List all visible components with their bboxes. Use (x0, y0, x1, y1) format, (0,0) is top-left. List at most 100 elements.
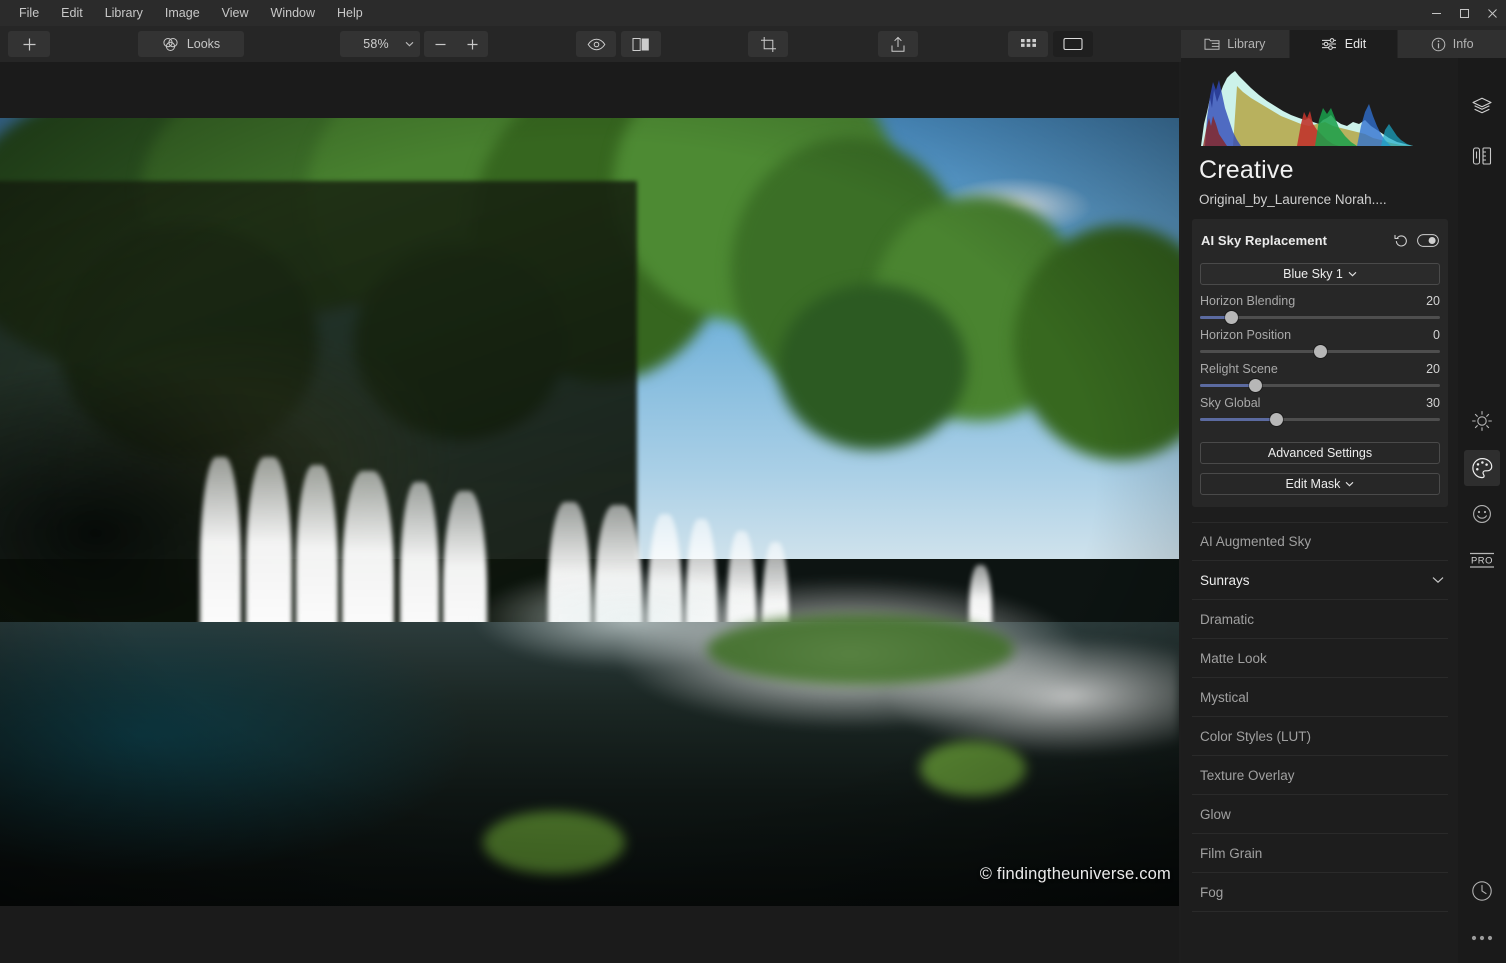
slider-knob[interactable] (1225, 311, 1238, 324)
list-item-ai-augmented-sky[interactable]: AI Augmented Sky (1192, 522, 1448, 561)
slider-track[interactable] (1200, 350, 1440, 353)
toggle-on-icon[interactable] (1417, 234, 1439, 247)
share-export-button[interactable] (878, 31, 918, 57)
sun-light-icon[interactable] (1464, 403, 1500, 439)
slider-sky-global[interactable]: Sky Global 30 (1200, 396, 1440, 421)
image-canvas[interactable]: © findingtheuniverse.com (0, 62, 1179, 963)
crop-icon (760, 36, 777, 53)
slider-label: Relight Scene (1200, 362, 1278, 376)
grid-view-button[interactable] (1008, 31, 1048, 57)
slider-track[interactable] (1200, 316, 1440, 319)
slider-value: 20 (1426, 294, 1440, 308)
list-item-film-grain[interactable]: Film Grain (1192, 834, 1448, 873)
zoom-out-button[interactable] (424, 31, 456, 57)
menu-item-edit[interactable]: Edit (50, 2, 94, 24)
tab-info[interactable]: Info (1397, 30, 1506, 58)
slider-label: Sky Global (1200, 396, 1260, 410)
photo-watermark: © findingtheuniverse.com (980, 865, 1171, 884)
more-dots-icon[interactable] (1464, 920, 1500, 956)
list-item-glow[interactable]: Glow (1192, 795, 1448, 834)
edited-photo[interactable]: © findingtheuniverse.com (0, 118, 1179, 906)
pro-badge-icon[interactable]: PRO (1464, 542, 1500, 578)
menu-item-help[interactable]: Help (326, 2, 374, 24)
slider-horizon-blending[interactable]: Horizon Blending 20 (1200, 294, 1440, 319)
slider-relight-scene[interactable]: Relight Scene 20 (1200, 362, 1440, 387)
portrait-face-icon[interactable] (1464, 496, 1500, 532)
tab-edit-label: Edit (1345, 37, 1367, 51)
ai-sky-replacement-actions (1394, 233, 1439, 247)
advanced-settings-button[interactable]: Advanced Settings (1200, 442, 1440, 464)
minimize-button[interactable] (1422, 0, 1450, 26)
compare-view-button[interactable] (621, 31, 661, 57)
list-item-label: Fog (1200, 885, 1223, 900)
plus-icon (22, 37, 37, 52)
library-icon (1204, 37, 1220, 51)
tab-library-label: Library (1227, 37, 1265, 51)
photo-moss-rock (483, 811, 624, 874)
right-panel-tabs: Library Edit Info (1181, 30, 1506, 58)
photo-moss-rock (920, 741, 1026, 796)
add-image-button[interactable] (8, 31, 50, 57)
ai-sky-replacement-card: AI Sky Replacement (1192, 219, 1448, 507)
list-item-label: Film Grain (1200, 846, 1262, 861)
crop-button[interactable] (748, 31, 788, 57)
looks-button[interactable]: Looks (138, 31, 244, 57)
list-item-mystical[interactable]: Mystical (1192, 678, 1448, 717)
chevron-down-icon (1345, 481, 1354, 487)
slider-knob[interactable] (1249, 379, 1262, 392)
list-item-label: Glow (1200, 807, 1231, 822)
menu-item-file[interactable]: File (8, 2, 50, 24)
slider-horizon-position[interactable]: Horizon Position 0 (1200, 328, 1440, 353)
preview-toggle-button[interactable] (576, 31, 616, 57)
tools-ruler-icon[interactable] (1464, 138, 1500, 174)
menu-item-library[interactable]: Library (94, 2, 154, 24)
list-item-color-styles-lut[interactable]: Color Styles (LUT) (1192, 717, 1448, 756)
menu-item-window[interactable]: Window (260, 2, 326, 24)
list-item-fog[interactable]: Fog (1192, 873, 1448, 912)
maximize-button[interactable] (1450, 0, 1478, 26)
looks-icon (162, 36, 179, 53)
zoom-dropdown-button[interactable] (398, 31, 420, 57)
sliders-icon (1321, 37, 1338, 51)
menu-item-image[interactable]: Image (154, 2, 211, 24)
list-item-label: Sunrays (1200, 573, 1250, 588)
sky-preset-dropdown[interactable]: Blue Sky 1 (1200, 263, 1440, 285)
tool-rail: PRO (1458, 58, 1506, 963)
edit-panel: Creative Original_by_Laurence Norah.... … (1181, 58, 1458, 963)
history-clock-icon[interactable] (1464, 873, 1500, 909)
ai-sky-replacement-title: AI Sky Replacement (1201, 233, 1327, 248)
tab-edit[interactable]: Edit (1289, 30, 1398, 58)
edit-mask-button[interactable]: Edit Mask (1200, 473, 1440, 495)
single-view-button[interactable] (1053, 31, 1093, 57)
tab-library[interactable]: Library (1181, 30, 1289, 58)
app-window: File Edit Library Image View Window Help (0, 0, 1506, 963)
list-item-label: Texture Overlay (1200, 768, 1295, 783)
list-item-dramatic[interactable]: Dramatic (1192, 600, 1448, 639)
palette-color-icon[interactable] (1464, 450, 1500, 486)
slider-label: Horizon Position (1200, 328, 1291, 342)
slider-track[interactable] (1200, 384, 1440, 387)
close-button[interactable] (1478, 0, 1506, 26)
svg-text:PRO: PRO (1471, 555, 1493, 566)
list-item-texture-overlay[interactable]: Texture Overlay (1192, 756, 1448, 795)
histogram[interactable] (1201, 68, 1413, 146)
layers-icon[interactable] (1464, 88, 1500, 124)
list-item-label: Color Styles (LUT) (1200, 729, 1311, 744)
slider-fill (1200, 418, 1277, 421)
share-export-icon (890, 36, 906, 53)
slider-track[interactable] (1200, 418, 1440, 421)
chevron-down-icon (1432, 576, 1444, 584)
list-item-matte-look[interactable]: Matte Look (1192, 639, 1448, 678)
list-item-sunrays[interactable]: Sunrays (1192, 561, 1448, 600)
slider-fill (1200, 384, 1255, 387)
reset-arrow-icon[interactable] (1394, 233, 1408, 247)
slider-knob[interactable] (1314, 345, 1327, 358)
single-view-icon (1063, 37, 1083, 51)
info-icon (1431, 37, 1446, 52)
window-controls (1422, 0, 1506, 26)
title-bar: File Edit Library Image View Window Help (0, 0, 1506, 26)
zoom-in-button[interactable] (456, 31, 488, 57)
menu-item-view[interactable]: View (211, 2, 260, 24)
chevron-down-icon (1348, 271, 1357, 277)
slider-label: Horizon Blending (1200, 294, 1295, 308)
